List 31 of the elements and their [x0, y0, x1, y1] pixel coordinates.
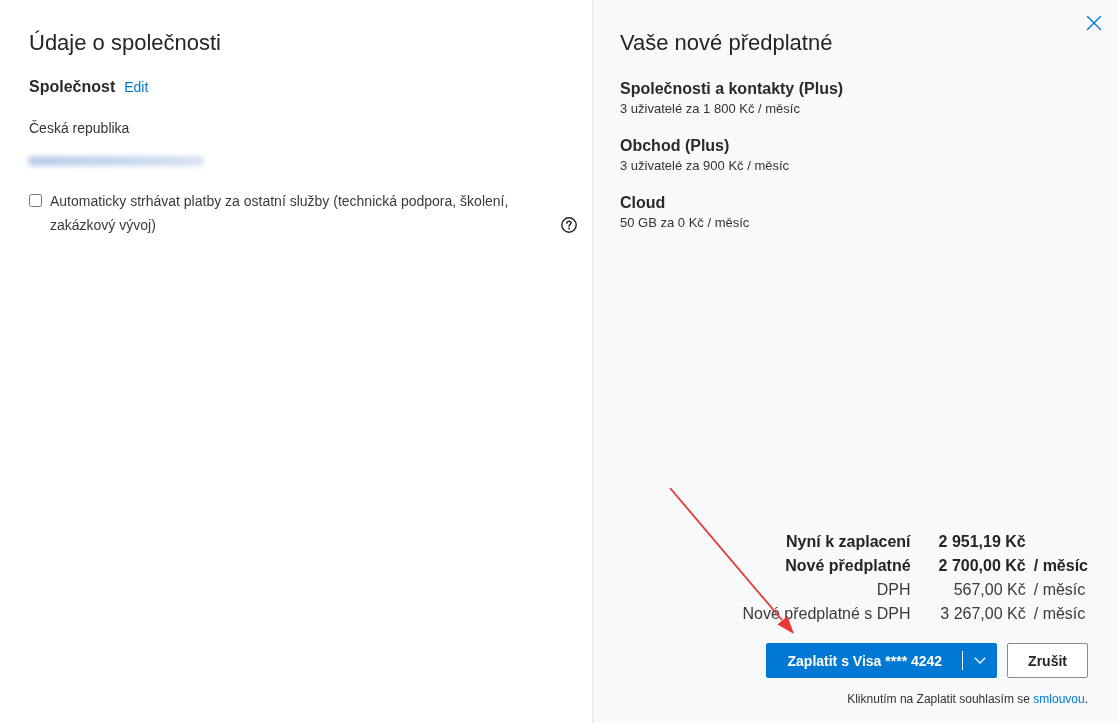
close-button[interactable] — [1086, 15, 1102, 31]
summary-amount: 2 700,00 Kč — [938, 556, 1026, 576]
plan-detail: 3 uživatelé za 900 Kč / měsíc — [620, 157, 791, 175]
country-text: Česká republika — [29, 119, 131, 138]
summary-amount: 2 951,19 Kč — [938, 532, 1026, 552]
panel-title: Údaje o společnosti — [29, 29, 222, 57]
summary-period: / měsíc — [1033, 580, 1086, 600]
summary-label: Nyní k zaplacení — [786, 532, 911, 552]
summary-label: Nové předplatné s DPH — [742, 604, 911, 624]
caret-icon[interactable] — [974, 657, 987, 664]
help-icon[interactable] — [561, 217, 577, 233]
summary-label: DPH — [876, 580, 911, 600]
edit-link[interactable]: Edit — [124, 79, 149, 95]
plan-name: Cloud — [620, 193, 667, 213]
panel-title: Vaše nové předplatné — [620, 29, 834, 57]
autopay-label: Automaticky strhávat platby za ostatní služby (technická podpora, školení, zakázkový vývoj) — [50, 192, 510, 235]
pay-button[interactable]: Zaplatit s Visa **** 4242 — [765, 643, 998, 678]
plan-name: Obchod (Plus) — [620, 136, 731, 156]
autopay-checkbox[interactable] — [29, 194, 42, 207]
cancel-button[interactable]: Zrušit — [1007, 643, 1088, 678]
summary-period: / měsíc — [1033, 604, 1086, 624]
summary-period: / měsíc — [1033, 556, 1088, 576]
agreement-link[interactable]: smlouvou — [1033, 692, 1085, 706]
company-label: Společnost — [29, 77, 116, 97]
agreement-text: Kliknutím na Zaplatit souhlasím se smlouvou. — [847, 691, 1088, 707]
plan-detail: 3 uživatelé za 1 800 Kč / měsíc — [620, 100, 801, 118]
summary-amount: 567,00 Kč — [953, 580, 1026, 600]
summary-label: Nové předplatné — [785, 556, 911, 576]
summary-amount: 3 267,00 Kč — [940, 604, 1026, 624]
plan-detail: 50 GB za 0 Kč / měsíc — [620, 214, 751, 232]
plan-name: Společnosti a kontakty (Plus) — [620, 79, 845, 99]
